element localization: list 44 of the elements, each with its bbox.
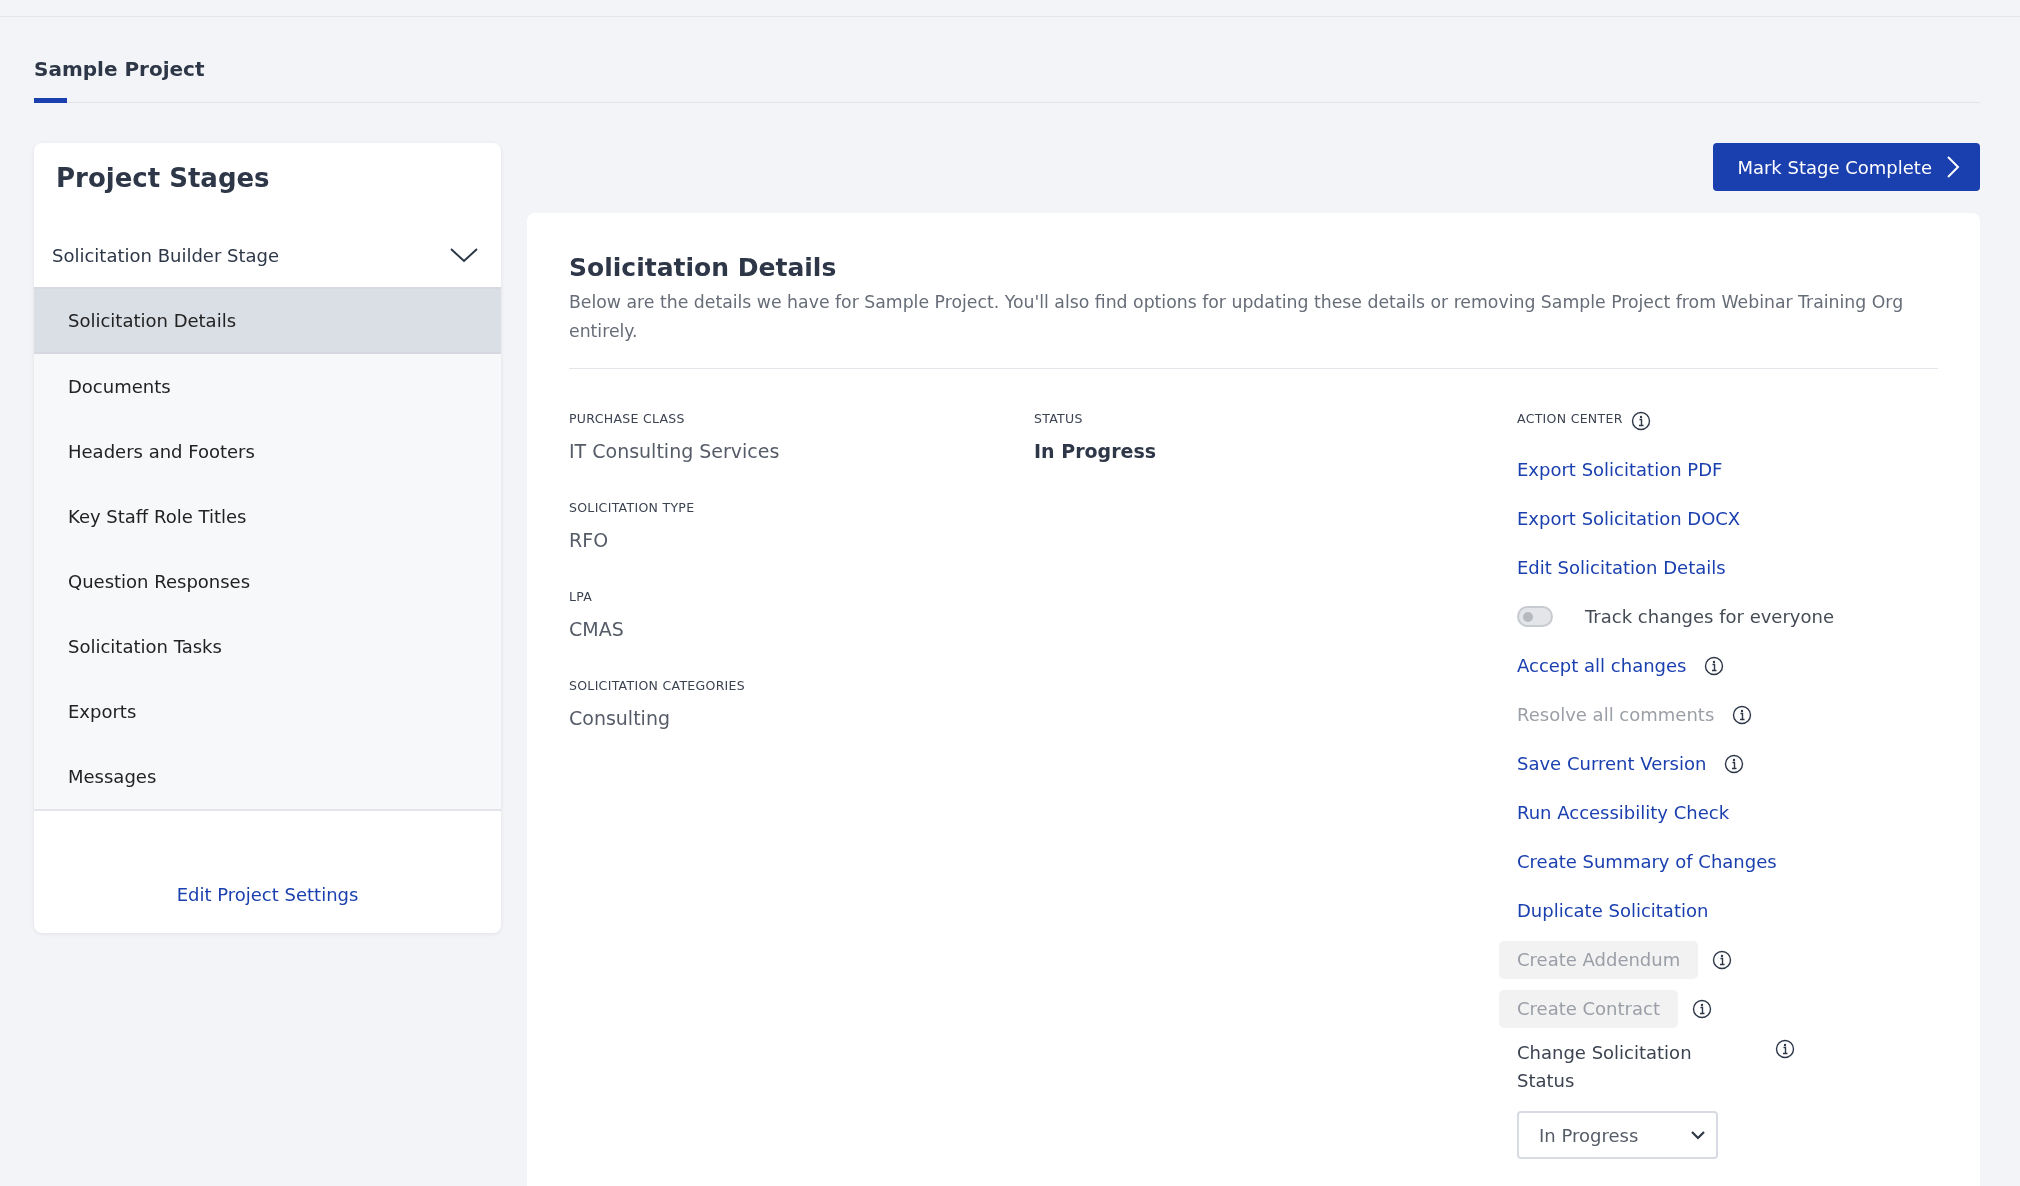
toggle-switch[interactable]: [1517, 606, 1553, 627]
stage-item[interactable]: Solicitation Tasks: [34, 614, 501, 679]
field-label: STATUS: [1034, 411, 1083, 426]
field-label: SOLICITATION TYPE: [569, 500, 695, 515]
stage-label: Solicitation Builder Stage: [52, 244, 280, 266]
panel-title: Project Stages: [55, 162, 271, 193]
status-select[interactable]: In Progress: [1517, 1111, 1718, 1159]
action-link[interactable]: Duplicate Solicitation: [1517, 900, 1709, 921]
field-value: CMAS: [569, 618, 624, 640]
field-value: Consulting: [569, 707, 670, 729]
stage-item[interactable]: Headers and Footers: [34, 419, 501, 484]
chevron-icon: [449, 246, 479, 264]
stage-item[interactable]: Exports: [34, 679, 501, 744]
stage-item[interactable]: Messages: [34, 744, 501, 809]
field-label: SOLICITATION CATEGORIES: [569, 678, 746, 693]
stage-item[interactable]: Solicitation Details: [34, 289, 501, 354]
caret-icon: [1690, 1130, 1706, 1140]
section-title: Solicitation Details: [569, 253, 838, 282]
action-link[interactable]: Create Summary of Changes: [1517, 851, 1777, 872]
field-value: RFO: [569, 529, 609, 551]
action-link[interactable]: Export Solicitation PDF: [1517, 459, 1723, 480]
edit-settings-link[interactable]: Edit Project Settings: [176, 884, 359, 905]
action-link[interactable]: Accept all changes: [1517, 655, 1687, 676]
stage-item[interactable]: Question Responses: [34, 549, 501, 614]
status-value: In Progress: [1034, 440, 1157, 462]
status-select-label: Change Solicitation Status: [1517, 1041, 1693, 1093]
section-description: Below are the details we have for Sample Project. You'll also find options for updating these details or removing Sample Project from Webinar Training Org entirely.: [569, 288, 1938, 369]
action-link[interactable]: Run Accessibility Check: [1517, 802, 1730, 823]
info-icon[interactable]: [1704, 655, 1725, 676]
stage-item[interactable]: Documents: [34, 354, 501, 419]
action-link[interactable]: Edit Solicitation Details: [1517, 557, 1726, 578]
stage-item[interactable]: Key Staff Role Titles: [34, 484, 501, 549]
action-link[interactable]: Save Current Version: [1517, 753, 1707, 774]
toggle-label: Track changes for everyone: [1585, 606, 1834, 627]
action-link[interactable]: Export Solicitation DOCX: [1517, 508, 1741, 529]
action-center-label: ACTION CENTER: [1517, 411, 1623, 426]
field-label: LPA: [569, 589, 593, 604]
info-icon[interactable]: [1724, 753, 1745, 774]
field-label: PURCHASE CLASS: [569, 411, 685, 426]
chevron-right-icon: [1946, 155, 1960, 179]
info-icon[interactable]: [1775, 1039, 1795, 1059]
mark-complete-button[interactable]: Mark Stage Complete: [1713, 143, 1980, 191]
field-value: IT Consulting Services: [569, 440, 780, 462]
info-icon[interactable]: [1630, 411, 1651, 431]
